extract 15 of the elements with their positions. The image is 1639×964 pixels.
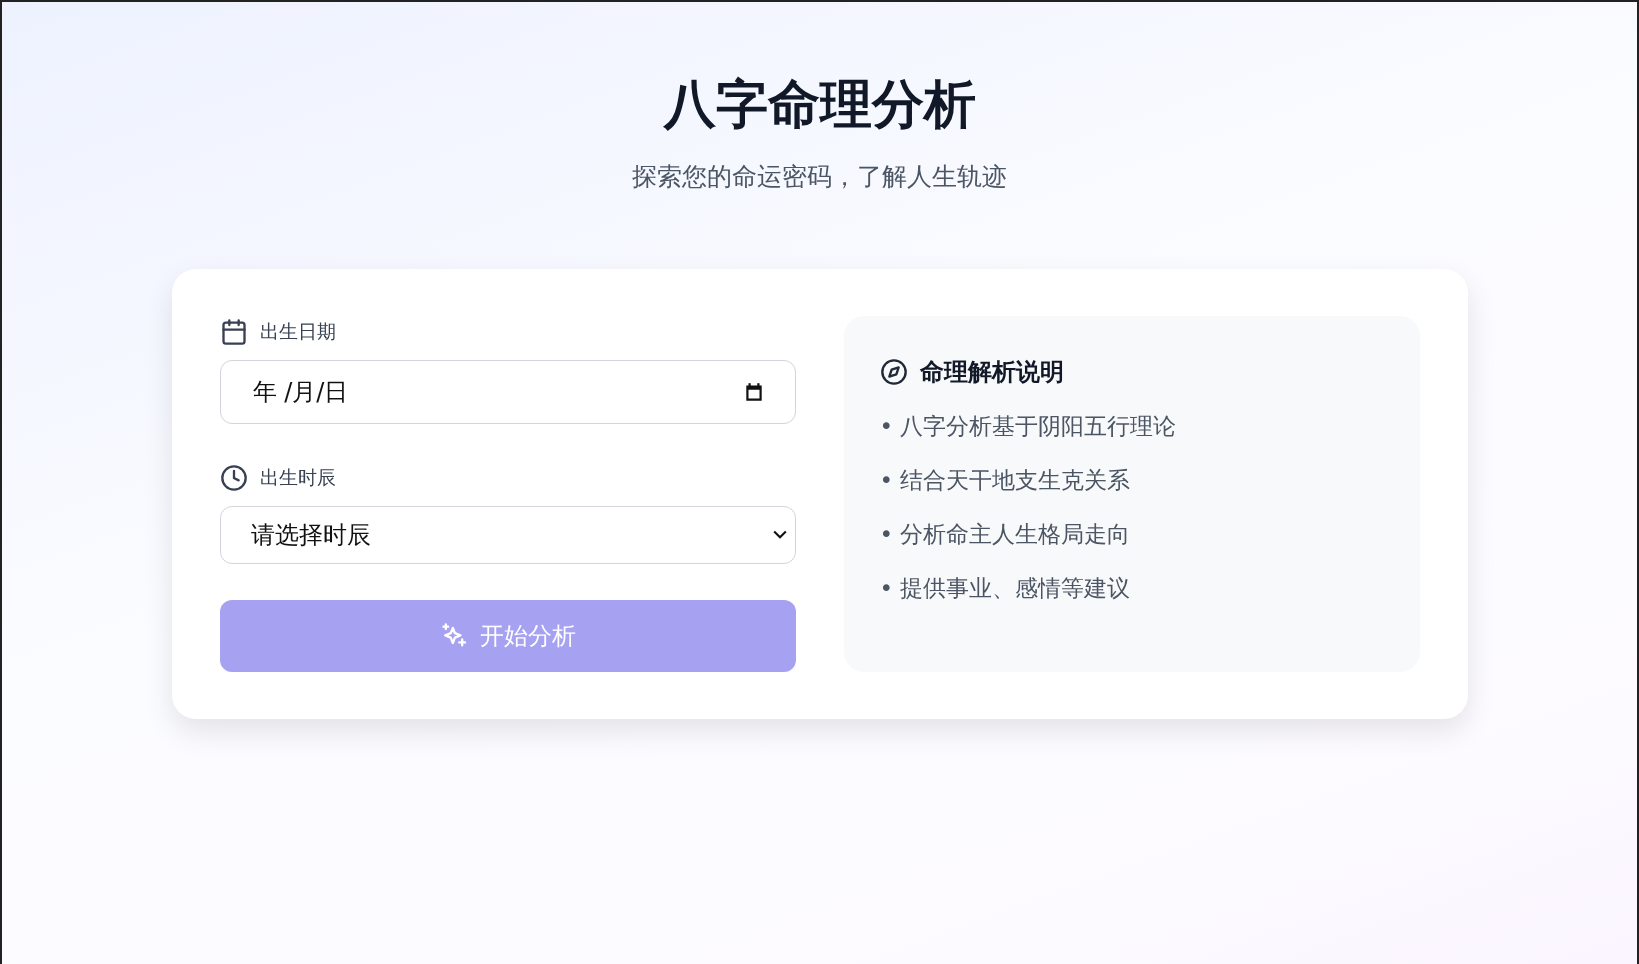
info-item: • 八字分析基于阴阳五行理论 <box>879 412 1178 441</box>
date-label: 出生日期 <box>259 319 336 344</box>
page-subtitle: 探索您的命运密码，了解人生轨迹 <box>632 161 1007 193</box>
compass-icon <box>879 358 908 386</box>
clock-icon <box>219 464 248 492</box>
page-title: 八字命理分析 <box>663 73 976 136</box>
info-item: • 提供事业、感情等建议 <box>879 574 1132 603</box>
date-input[interactable]: 年 /月/日 <box>219 360 796 424</box>
info-item: • 结合天干地支生克关系 <box>879 466 1132 495</box>
calendar-icon <box>219 318 248 346</box>
time-label: 出生时辰 <box>259 465 336 490</box>
info-item: • 分析命主人生格局走向 <box>879 520 1132 549</box>
time-select[interactable]: 请选择时辰 <box>219 506 796 564</box>
info-title: 命理解析说明 <box>919 357 1064 388</box>
chevron-down-icon <box>772 530 787 540</box>
